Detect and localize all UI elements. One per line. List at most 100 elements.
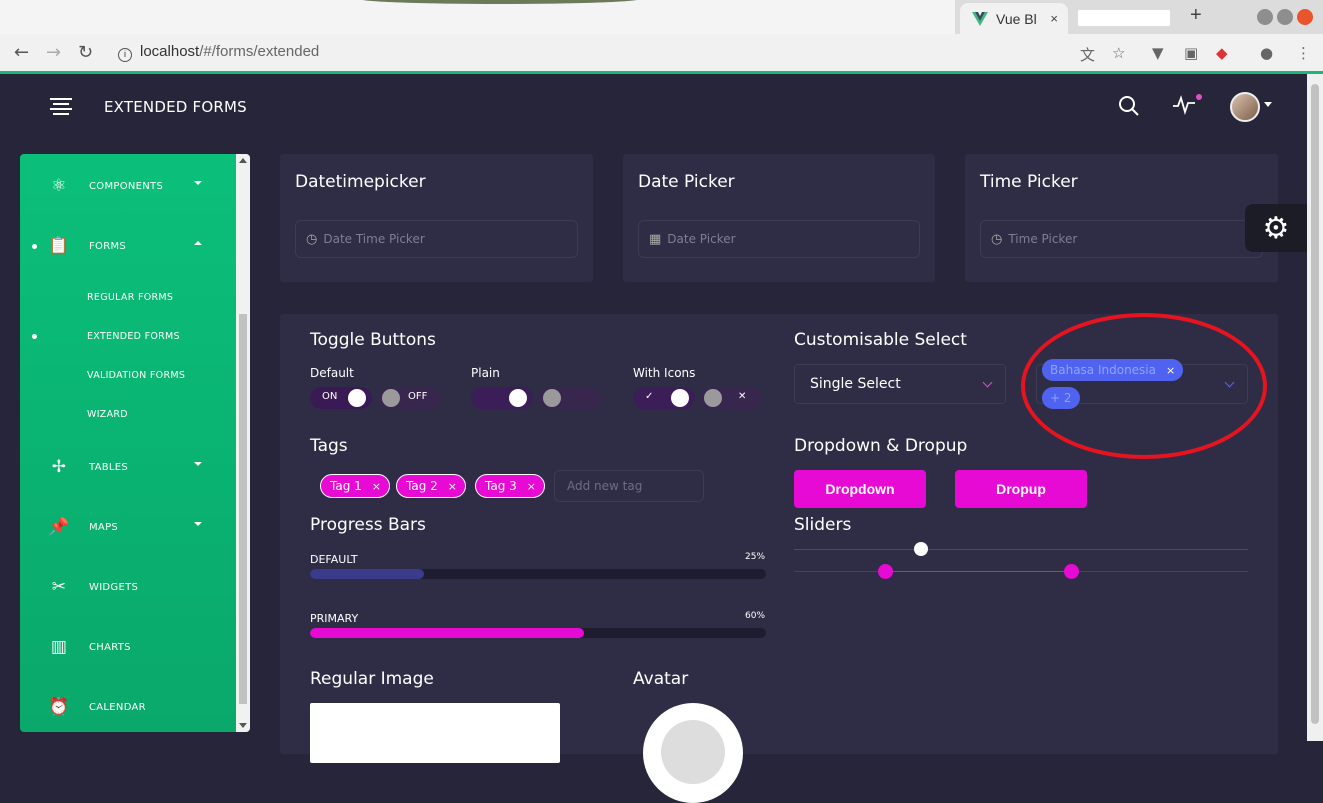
- sidebar-item-forms[interactable]: 📋 FORMS: [20, 231, 236, 261]
- menu-kebab-icon[interactable]: ⋮: [1296, 44, 1311, 62]
- tag-label: Tag 1: [330, 479, 362, 493]
- sidebar-item-tables[interactable]: ✢ TABLES: [20, 452, 236, 482]
- chevron-down-icon: [194, 522, 202, 526]
- toggle-buttons-title: Toggle Buttons: [310, 330, 436, 350]
- datetimepicker-card: Datetimepicker ◷ Date Time Picker: [280, 154, 593, 282]
- tags-title: Tags: [310, 436, 348, 456]
- settings-gear-button[interactable]: ⚙: [1245, 204, 1307, 252]
- tag-label: Tag 2: [406, 479, 438, 493]
- plain-toggle-off[interactable]: [539, 387, 601, 409]
- sidebar-item-components[interactable]: ⚛ COMPONENTS: [20, 171, 236, 201]
- user-avatar[interactable]: [1230, 92, 1260, 122]
- toggle-knob: [382, 389, 400, 407]
- card-title: Time Picker: [980, 172, 1078, 192]
- tools-icon: ✂: [51, 577, 67, 597]
- sidebar-item-label: COMPONENTS: [89, 180, 164, 192]
- activity-pulse-icon[interactable]: [1172, 95, 1196, 115]
- tag-chip[interactable]: Tag 2 ×: [396, 474, 466, 498]
- scrollbar-thumb[interactable]: [1311, 84, 1319, 724]
- icons-toggle-off[interactable]: ✕: [700, 387, 762, 409]
- range-handle-low[interactable]: [877, 564, 893, 579]
- default-toggle-off[interactable]: OFF: [378, 387, 440, 409]
- clock-icon: ◷: [306, 231, 318, 247]
- date-picker-input[interactable]: ▦ Date Picker: [638, 220, 920, 258]
- blurred-tabs: [0, 0, 955, 34]
- clock-icon: ◷: [991, 231, 1003, 247]
- plain-toggle-on[interactable]: [471, 387, 533, 409]
- page-scrollbar[interactable]: [1307, 74, 1323, 741]
- datetime-picker-input[interactable]: ◷ Date Time Picker: [295, 220, 578, 258]
- scroll-up-arrow-icon[interactable]: [239, 158, 247, 163]
- url-field[interactable]: i localhost/#/forms/extended: [118, 43, 319, 62]
- browser-tab-blurred[interactable]: [1078, 10, 1170, 26]
- color-picker-icon[interactable]: ◆: [1216, 44, 1228, 62]
- sidebar-item-label: WIDGETS: [89, 581, 139, 593]
- range-handle-high[interactable]: [1063, 564, 1079, 579]
- sidebar-subitem-wizard[interactable]: WIZARD: [87, 409, 128, 420]
- reload-icon[interactable]: ↻: [78, 42, 93, 63]
- profile-icon[interactable]: ●: [1260, 44, 1273, 62]
- time-picker-input[interactable]: ◷ Time Picker: [980, 220, 1263, 258]
- dropdown-button[interactable]: Dropdown: [794, 470, 926, 508]
- clipboard-icon: 📋: [48, 236, 70, 256]
- sidebar-scrollbar[interactable]: [236, 154, 250, 732]
- toggle-off-text: OFF: [408, 391, 428, 402]
- progress-label: PRIMARY: [310, 612, 359, 625]
- sidebar: ⚛ COMPONENTS 📋 FORMS REGULAR FORMS EXTEN…: [20, 154, 250, 732]
- translate-icon[interactable]: 文: [1080, 44, 1095, 65]
- minimize-button[interactable]: [1257, 9, 1273, 25]
- single-slider-track[interactable]: [794, 549, 1248, 550]
- back-arrow-icon[interactable]: ←: [14, 42, 29, 63]
- card-title: Datetimepicker: [295, 172, 426, 192]
- bookmark-star-icon[interactable]: ☆: [1112, 44, 1125, 62]
- forward-arrow-icon[interactable]: →: [46, 42, 61, 63]
- extension-icon[interactable]: ▣: [1184, 44, 1198, 62]
- sidebar-item-label: TABLES: [89, 461, 129, 473]
- progress-bars-title: Progress Bars: [310, 515, 426, 535]
- tag-remove-icon[interactable]: ×: [372, 480, 381, 493]
- picker-placeholder: Time Picker: [1008, 232, 1078, 246]
- pin-icon: 📌: [48, 517, 70, 537]
- vue-logo-icon: [972, 11, 988, 26]
- search-icon[interactable]: [1118, 95, 1140, 117]
- tag-remove-icon[interactable]: ×: [527, 480, 536, 493]
- tag-chip[interactable]: Tag 3 ×: [475, 474, 545, 498]
- scroll-down-arrow-icon[interactable]: [239, 723, 247, 728]
- tab-close-icon[interactable]: ×: [1050, 11, 1058, 26]
- icons-toggle-on[interactable]: ✓: [633, 387, 695, 409]
- sidebar-subitem-validation-forms[interactable]: VALIDATION FORMS: [87, 370, 185, 381]
- tag-remove-icon[interactable]: ×: [448, 480, 457, 493]
- chevron-down-icon[interactable]: [1264, 102, 1272, 107]
- tab-title: Vue Bl: [996, 10, 1037, 27]
- toggle-on-text: ON: [322, 391, 338, 402]
- tag-chip[interactable]: Tag 1 ×: [320, 474, 390, 498]
- toggle-knob: [543, 389, 561, 407]
- browser-tab-active[interactable]: Vue Bl ×: [960, 3, 1068, 34]
- slider-handle[interactable]: [914, 542, 929, 556]
- sidebar-subitem-extended-forms[interactable]: EXTENDED FORMS: [87, 331, 180, 342]
- sidebar-subitem-regular-forms[interactable]: REGULAR FORMS: [87, 292, 173, 303]
- default-toggle-on[interactable]: ON: [310, 387, 372, 409]
- toggle-knob: [671, 389, 689, 407]
- scrollbar-thumb[interactable]: [239, 314, 247, 704]
- single-select[interactable]: Single Select: [794, 364, 1006, 404]
- select-value: Single Select: [810, 376, 901, 392]
- icons-toggle-label: With Icons: [633, 366, 696, 380]
- maximize-button[interactable]: [1277, 9, 1293, 25]
- sidebar-item-charts[interactable]: ▥ CHARTS: [20, 632, 236, 662]
- sidebar-item-maps[interactable]: 📌 MAPS: [20, 512, 236, 542]
- info-icon[interactable]: i: [118, 48, 132, 62]
- vue-devtools-icon[interactable]: ▼: [1152, 44, 1164, 62]
- sidebar-item-calendar[interactable]: ⏰ CALENDAR: [20, 692, 236, 722]
- toggle-knob: [348, 389, 366, 407]
- alarm-clock-icon: ⏰: [48, 697, 70, 717]
- new-tab-button[interactable]: +: [1190, 4, 1202, 27]
- sidebar-item-widgets[interactable]: ✂ WIDGETS: [20, 572, 236, 602]
- toggle-knob: [704, 389, 722, 407]
- window-close-button[interactable]: [1297, 9, 1313, 25]
- dropup-button[interactable]: Dropup: [955, 470, 1087, 508]
- sliders-title: Sliders: [794, 515, 852, 535]
- hamburger-menu-icon[interactable]: [50, 98, 72, 116]
- regular-image: [310, 703, 560, 763]
- add-tag-input[interactable]: Add new tag: [554, 470, 704, 502]
